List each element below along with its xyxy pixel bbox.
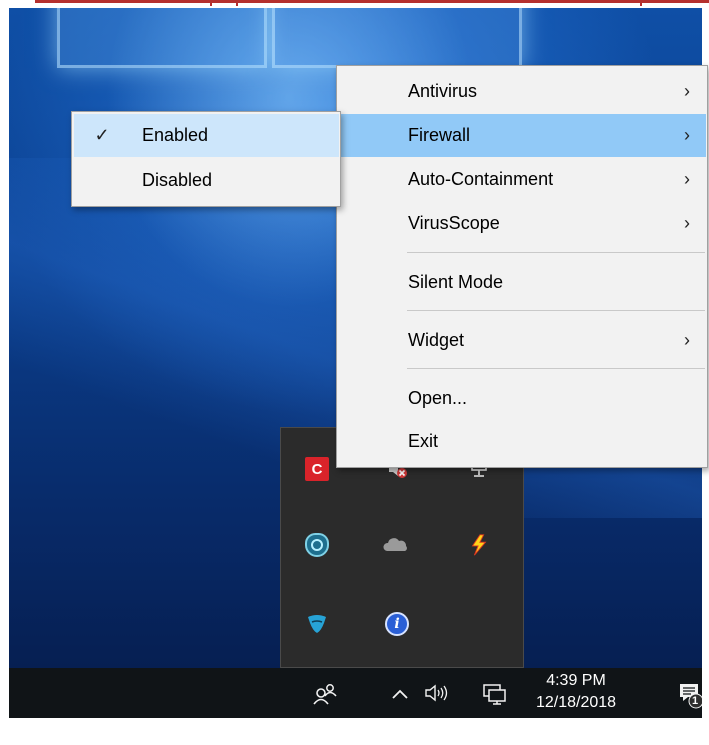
menu-item-widget[interactable]: Widget › <box>338 319 706 362</box>
menu-item-auto-containment[interactable]: Auto-Containment › <box>338 158 706 201</box>
taskbar-clock[interactable]: 4:39 PM 12/18/2018 <box>521 670 631 716</box>
wallpaper-window-pane <box>57 8 267 68</box>
chevron-right-icon: › <box>684 81 690 101</box>
chevron-right-icon: › <box>684 213 690 233</box>
lightning-icon[interactable] <box>467 533 491 557</box>
menu-separator <box>407 252 705 253</box>
frame-top-border <box>0 0 709 8</box>
chevron-up-icon[interactable] <box>389 684 411 704</box>
volume-icon[interactable] <box>422 681 452 705</box>
submenu-item-enabled[interactable]: ✓ Enabled <box>74 114 339 157</box>
submenu-item-disabled[interactable]: Disabled <box>74 159 339 202</box>
onedrive-cloud-icon[interactable] <box>383 538 409 552</box>
action-center-icon[interactable]: 1 <box>677 681 702 711</box>
network-icon[interactable] <box>479 681 509 707</box>
menu-item-virusscope[interactable]: VirusScope › <box>338 202 706 245</box>
wallpaper-window-pane <box>272 8 522 68</box>
menu-item-exit[interactable]: Exit <box>338 420 706 463</box>
clock-date: 12/18/2018 <box>535 694 617 711</box>
clock-time: 4:39 PM <box>546 672 606 689</box>
info-icon[interactable]: i <box>385 612 409 636</box>
checkmark-icon: ✓ <box>94 125 110 145</box>
eagle-icon[interactable] <box>305 612 329 636</box>
taskbar: 4:39 PM 12/18/2018 1 <box>9 668 702 718</box>
notification-count: 1 <box>692 695 699 707</box>
chevron-right-icon: › <box>684 330 690 350</box>
shield-icon[interactable] <box>305 533 329 557</box>
chevron-right-icon: › <box>684 125 690 145</box>
menu-separator <box>407 368 705 369</box>
comodo-icon[interactable]: C <box>305 457 329 481</box>
menu-item-silent-mode[interactable]: Silent Mode <box>338 261 706 304</box>
menu-item-firewall[interactable]: Firewall › <box>338 114 706 157</box>
menu-item-open[interactable]: Open... <box>338 377 706 420</box>
people-icon[interactable] <box>311 681 339 707</box>
comodo-tray-context-menu: Antivirus › Firewall › Auto-Containment … <box>336 65 708 468</box>
chevron-right-icon: › <box>684 169 690 189</box>
menu-item-antivirus[interactable]: Antivirus › <box>338 70 706 113</box>
firewall-submenu: ✓ Enabled Disabled <box>71 111 341 207</box>
menu-separator <box>407 310 705 311</box>
